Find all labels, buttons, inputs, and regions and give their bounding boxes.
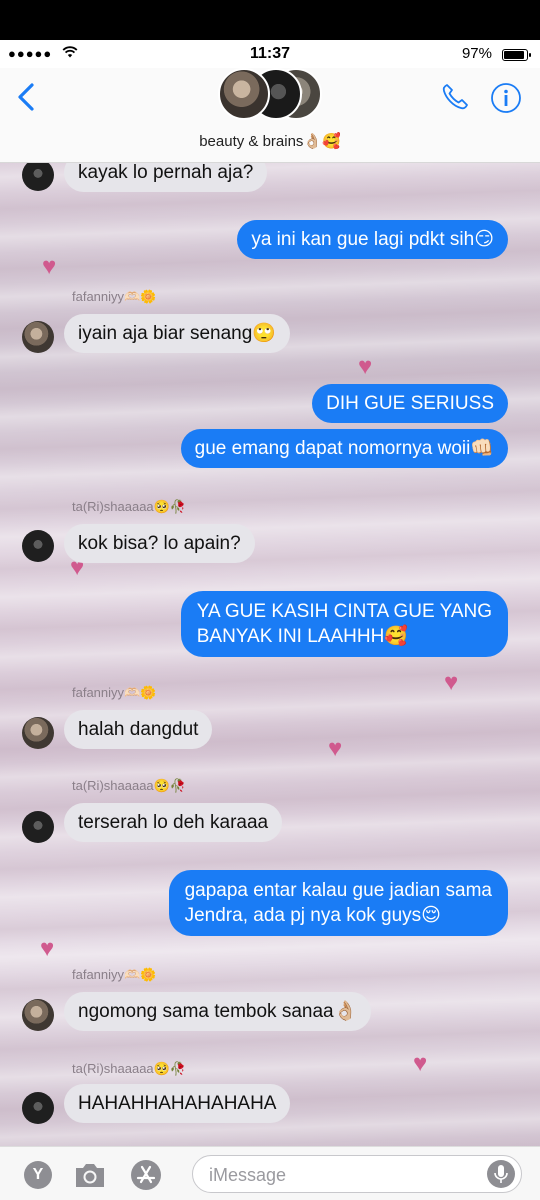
heart-icon: ♥ (358, 353, 373, 380)
message-line: Jendra, ada pj nya kok guys😌 (184, 905, 441, 926)
sender-avatar[interactable] (22, 999, 54, 1031)
conversation-header: beauty & brains👌🏼🥰 (0, 68, 540, 163)
battery-percent: 97% (461, 45, 492, 62)
status-bar: ●●●●● 11:37 97% (0, 40, 540, 68)
sender-avatar[interactable] (22, 321, 54, 353)
group-name[interactable]: beauty & brains👌🏼🥰 (0, 132, 540, 150)
message-bubble-outgoing[interactable]: ya ini kan gue lagi pdkt sih😏 (237, 220, 508, 259)
sender-avatar[interactable] (22, 163, 54, 191)
microphone-button[interactable] (487, 1160, 515, 1188)
message-line: YA GUE KASIH CINTA GUE YANG (196, 601, 492, 622)
message-input-placeholder: iMessage (209, 1165, 287, 1185)
message-line: BANYAK INI LAAHHH🥰 (196, 626, 408, 647)
message-bubble-incoming[interactable]: HAHAHHAHAHAHAHA (64, 1084, 291, 1123)
battery-fill (504, 51, 525, 59)
top-black-bar (0, 0, 540, 40)
status-time: 11:37 (249, 45, 291, 62)
message-bubble-incoming[interactable]: terserah lo deh karaaa (64, 803, 283, 842)
app-store-icon[interactable] (130, 1159, 162, 1191)
phone-icon[interactable] (440, 82, 470, 112)
heart-icon: ♥ (40, 935, 55, 962)
messages-screen: ●●●●● 11:37 97% beauty & brains👌🏼🥰 ♥ ♥ ♥… (0, 0, 540, 1200)
sender-avatar[interactable] (22, 717, 54, 749)
sender-avatar[interactable] (22, 811, 54, 843)
camera-icon[interactable] (72, 1159, 108, 1191)
message-bubble-outgoing[interactable]: gapapa entar kalau gue jadian sama Jendr… (168, 870, 508, 936)
sender-name: ta(Ri)shaaaaa🥺🥀 (72, 1061, 187, 1076)
sender-name: fafanniyy🫶🏻🌼 (72, 685, 157, 700)
sender-name: ta(Ri)shaaaaa🥺🥀 (72, 778, 187, 793)
message-bubble-incoming[interactable]: halah dangdut (64, 710, 213, 749)
group-avatars[interactable] (218, 68, 328, 122)
battery-icon (502, 49, 531, 61)
message-bubble-incoming[interactable]: kok bisa? lo apain? (64, 524, 255, 563)
message-bubble-outgoing[interactable]: DIH GUE SERIUSS (312, 384, 508, 423)
message-line: gapapa entar kalau gue jadian sama (184, 880, 492, 901)
message-input[interactable]: iMessage (192, 1155, 522, 1193)
message-bubble-incoming[interactable]: kayak lo pernah aja? (64, 163, 268, 192)
info-icon[interactable] (490, 82, 522, 114)
message-bubble-outgoing[interactable]: YA GUE KASIH CINTA GUE YANG BANYAK INI L… (180, 591, 508, 657)
heart-icon: ♥ (413, 1050, 428, 1077)
app-drawer-button[interactable]: Y (24, 1161, 52, 1189)
sender-name: ta(Ri)shaaaaa🥺🥀 (72, 499, 187, 514)
back-chevron-icon[interactable] (14, 82, 40, 112)
sender-avatar[interactable] (22, 1092, 54, 1124)
heart-icon: ♥ (42, 253, 57, 280)
avatar (218, 68, 270, 120)
message-composer: Y iMessage (0, 1146, 540, 1200)
heart-icon: ♥ (328, 735, 343, 762)
sender-name: fafanniyy🫶🏻🌼 (72, 967, 157, 982)
message-bubble-outgoing[interactable]: gue emang dapat nomornya woii👊🏻 (180, 429, 508, 468)
message-bubble-incoming[interactable]: iyain aja biar senang🙄 (64, 314, 290, 353)
microphone-icon (494, 1165, 508, 1183)
sender-name: fafanniyy🫶🏻🌼 (72, 289, 157, 304)
message-bubble-incoming[interactable]: ngomong sama tembok sanaa👌🏼 (64, 992, 372, 1031)
heart-icon: ♥ (444, 669, 459, 696)
sender-avatar[interactable] (22, 530, 54, 562)
message-thread[interactable]: ♥ ♥ ♥ ♥ ♥ ♥ ♥ kayak lo pernah aja? ya in… (0, 163, 540, 1146)
